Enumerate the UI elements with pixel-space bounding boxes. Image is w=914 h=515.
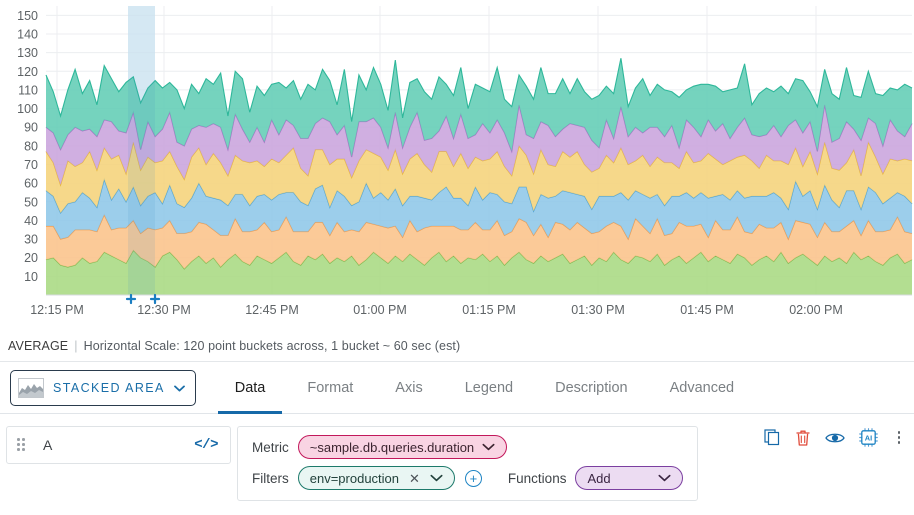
y-tick-label: 90 [24, 121, 38, 135]
functions-pill[interactable]: Add [575, 466, 684, 490]
chevron-down-icon [173, 385, 185, 392]
area-chart-thumbnail-icon [18, 378, 44, 398]
horizontal-scale-text: Horizontal Scale: 120 point buckets acro… [83, 339, 461, 353]
stacked-area-chart[interactable]: 10 20 30 40 50 60 70 80 90 100 110 120 130 140 150 12:1… [0, 0, 914, 331]
y-tick-label: 10 [24, 270, 38, 284]
x-tick-label: 01:30 PM [571, 303, 625, 317]
chart-type-label: STACKED AREA [53, 381, 165, 395]
x-tick-label: 02:00 PM [789, 303, 843, 317]
tab-label: Axis [395, 380, 423, 396]
y-tick-label: 130 [17, 46, 38, 60]
chart-panel[interactable]: 10 20 30 40 50 60 70 80 90 100 110 120 130 140 150 12:1… [0, 0, 914, 331]
code-view-icon[interactable]: </> [194, 437, 218, 453]
drag-handle-icon[interactable] [17, 437, 29, 453]
tab-data[interactable]: Data [214, 362, 287, 414]
time-selection-overlay[interactable] [128, 6, 155, 295]
y-tick-label: 50 [24, 195, 38, 209]
x-tick-label: 01:15 PM [462, 303, 516, 317]
y-tick-label: 60 [24, 177, 38, 191]
query-definition-card: Metric ~sample.db.queries.duration Filte… [237, 426, 699, 501]
y-tick-label: 120 [17, 65, 38, 79]
editor-tab-row: STACKED AREA Data Format Axis Legend Descrip… [0, 362, 914, 414]
tab-label: Advanced [669, 380, 735, 396]
more-options-icon[interactable] [892, 429, 906, 447]
tab-axis[interactable]: Axis [374, 362, 443, 414]
query-row-actions: AI [764, 428, 906, 447]
query-editor-row: A </> Metric ~sample.db.queries.duration… [0, 414, 914, 515]
query-id-label: A [43, 437, 53, 453]
y-tick-label: 30 [24, 233, 38, 247]
y-tick-label: 20 [24, 251, 38, 265]
eye-icon[interactable] [825, 431, 845, 445]
filters-line: Filters env=production ✕ + Functions Add [252, 466, 684, 490]
tab-description[interactable]: Description [534, 362, 649, 414]
y-tick-label: 110 [18, 83, 38, 97]
chevron-down-icon [430, 474, 443, 482]
chevron-down-icon [658, 474, 671, 482]
add-filter-icon[interactable]: + [464, 469, 482, 487]
filters-label: Filters [252, 470, 289, 486]
filter-pill[interactable]: env=production ✕ [297, 466, 455, 490]
svg-text:AI: AI [865, 434, 872, 443]
functions-label: Functions [507, 470, 567, 486]
ai-chip-icon[interactable]: AI [859, 428, 878, 447]
duplicate-icon[interactable] [764, 429, 781, 446]
tab-list: Data Format Axis Legend Description Advanced [214, 362, 755, 414]
aggregation-label: AVERAGE [8, 339, 69, 353]
tab-label: Legend [464, 380, 514, 396]
tab-legend[interactable]: Legend [444, 362, 534, 414]
y-tick-label: 140 [17, 27, 38, 41]
tab-label: Description [555, 380, 628, 396]
x-tick-label: 12:45 PM [245, 303, 299, 317]
metric-label: Metric [252, 439, 289, 455]
functions-value: Add [587, 470, 611, 486]
metric-line: Metric ~sample.db.queries.duration [252, 435, 683, 459]
tab-format[interactable]: Format [286, 362, 374, 414]
x-tick-label: 12:15 PM [30, 303, 84, 317]
series-areas[interactable] [45, 58, 913, 295]
chart-type-selector[interactable]: STACKED AREA [10, 370, 196, 406]
query-identifier-box[interactable]: A </> [6, 426, 231, 464]
tab-label: Data [234, 380, 266, 396]
delete-icon[interactable] [795, 429, 811, 447]
x-tick-label: 12:30 PM [137, 303, 191, 317]
chevron-down-icon [482, 443, 495, 451]
y-tick-label: 150 [17, 9, 38, 23]
chart-builder-app: 10 20 30 40 50 60 70 80 90 100 110 120 130 140 150 12:1… [0, 0, 914, 515]
chart-status-bar: AVERAGE | Horizontal Scale: 120 point bu… [0, 331, 914, 362]
tab-advanced[interactable]: Advanced [649, 362, 756, 414]
y-tick-label: 80 [24, 139, 38, 153]
close-icon[interactable]: ✕ [409, 472, 420, 485]
status-separator: | [74, 339, 78, 353]
y-tick-label: 100 [17, 102, 38, 116]
metric-pill[interactable]: ~sample.db.queries.duration [297, 435, 508, 459]
filter-value: env=production [309, 470, 400, 486]
x-tick-label: 01:00 PM [353, 303, 407, 317]
y-tick-label: 40 [24, 214, 38, 228]
x-tick-label: 01:45 PM [680, 303, 734, 317]
y-tick-label: 70 [24, 158, 38, 172]
metric-value: ~sample.db.queries.duration [309, 439, 475, 455]
tab-label: Format [307, 380, 354, 396]
